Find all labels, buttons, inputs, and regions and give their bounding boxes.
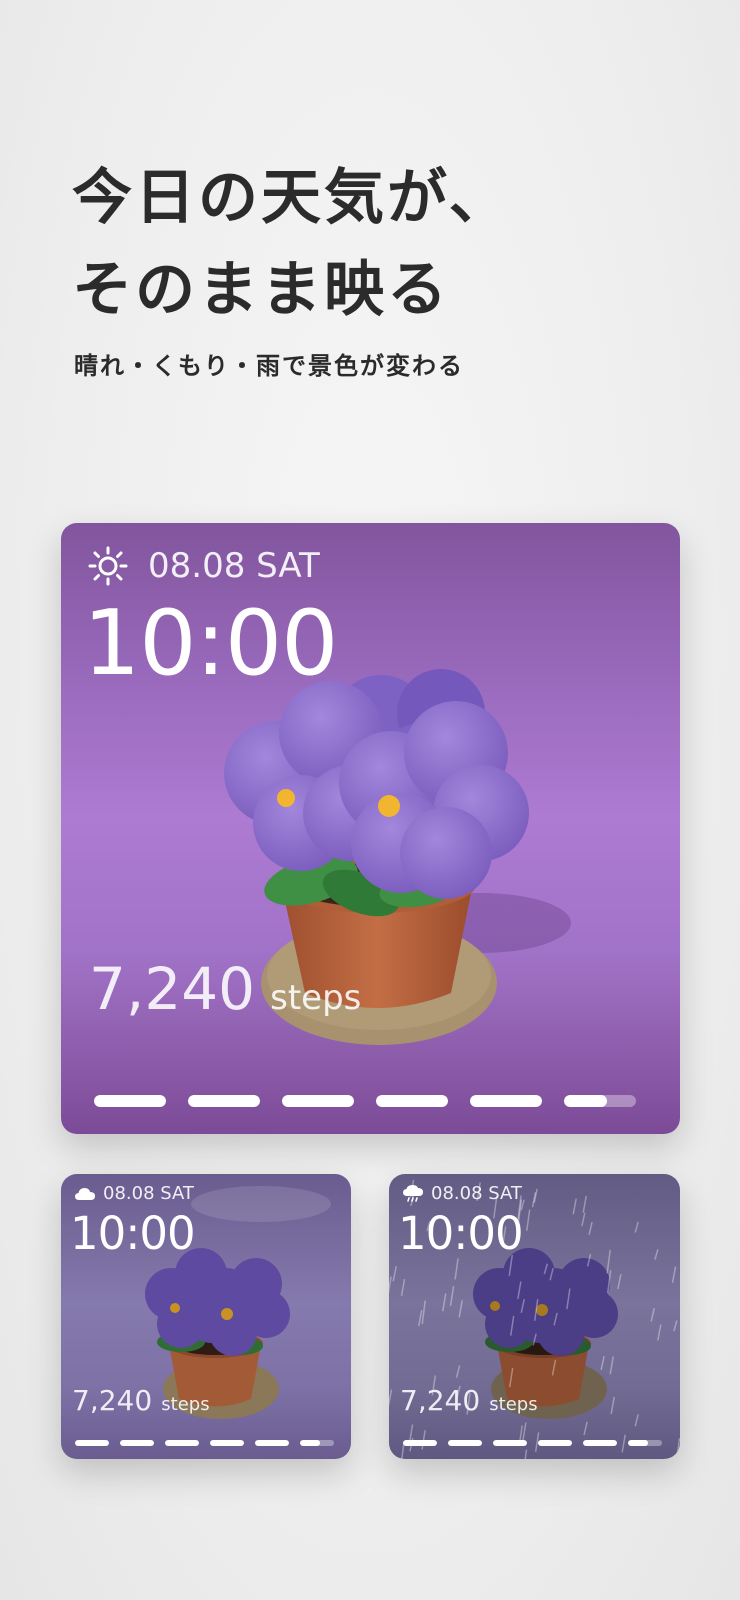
steps-row: 7,240 steps	[72, 1384, 210, 1417]
progress-segment	[94, 1095, 166, 1107]
widget-cloudy[interactable]: 08.08 SAT 10:00 7,240 steps	[61, 1174, 351, 1459]
progress-segment	[188, 1095, 260, 1107]
progress-segment-fill	[300, 1440, 321, 1446]
progress-segment-fill	[376, 1095, 448, 1107]
progress-segment-fill	[282, 1095, 354, 1107]
progress-segment-fill	[403, 1440, 437, 1446]
date-label: 08.08 SAT	[103, 1183, 194, 1204]
steps-value: 7,240	[72, 1384, 153, 1417]
date-label: 08.08 SAT	[148, 546, 320, 586]
progress-segment	[282, 1095, 354, 1107]
steps-row: 7,240 steps	[89, 955, 361, 1023]
time-label: 10:00	[398, 1207, 524, 1260]
progress-segment-fill	[583, 1440, 617, 1446]
progress-segment	[300, 1440, 334, 1446]
progress-segment	[538, 1440, 572, 1446]
steps-unit: steps	[270, 978, 362, 1018]
progress-segment-fill	[188, 1095, 260, 1107]
step-progress-bar	[94, 1095, 636, 1107]
cloud-icon	[75, 1187, 95, 1200]
date-row: 08.08 SAT	[403, 1183, 522, 1204]
progress-segment-fill	[120, 1440, 154, 1446]
step-progress-bar	[403, 1440, 662, 1446]
progress-segment-fill	[94, 1095, 166, 1107]
steps-row: 7,240 steps	[400, 1384, 538, 1417]
progress-segment	[493, 1440, 527, 1446]
progress-segment-fill	[538, 1440, 572, 1446]
steps-value: 7,240	[89, 955, 256, 1023]
progress-segment	[210, 1440, 244, 1446]
progress-segment	[583, 1440, 617, 1446]
progress-segment-fill	[564, 1095, 608, 1107]
progress-segment	[448, 1440, 482, 1446]
progress-segment-fill	[493, 1440, 527, 1446]
date-row: 08.08 SAT	[75, 1183, 194, 1204]
progress-segment	[165, 1440, 199, 1446]
progress-segment	[628, 1440, 662, 1446]
widget-rainy[interactable]: 08.08 SAT 10:00 7,240 steps	[389, 1174, 680, 1459]
time-label: 10:00	[70, 1207, 196, 1260]
widget-sunny[interactable]: 08.08 SAT 10:00 7,240 steps	[61, 523, 680, 1134]
progress-segment-fill	[448, 1440, 482, 1446]
headline: 今日の天気が、 そのまま映る	[72, 152, 692, 336]
progress-segment	[470, 1095, 542, 1107]
date-label: 08.08 SAT	[431, 1183, 522, 1204]
steps-unit: steps	[489, 1394, 538, 1415]
progress-segment-fill	[210, 1440, 244, 1446]
progress-segment	[255, 1440, 289, 1446]
rain-cloud-icon	[403, 1184, 423, 1202]
subheadline: 晴れ・くもり・雨で景色が変わる	[74, 352, 464, 380]
progress-segment	[403, 1440, 437, 1446]
flower-center	[378, 795, 400, 817]
steps-value: 7,240	[400, 1384, 481, 1417]
progress-segment	[564, 1095, 636, 1107]
time-label: 10:00	[83, 591, 338, 696]
progress-segment-fill	[255, 1440, 289, 1446]
headline-line-1: 今日の天気が、	[72, 163, 512, 233]
progress-segment	[376, 1095, 448, 1107]
date-row: 08.08 SAT	[88, 546, 320, 586]
progress-segment	[120, 1440, 154, 1446]
progress-segment-fill	[75, 1440, 109, 1446]
progress-segment-fill	[628, 1440, 649, 1446]
step-progress-bar	[75, 1440, 334, 1446]
flower-center	[277, 789, 295, 807]
steps-unit: steps	[161, 1394, 210, 1415]
progress-segment-fill	[165, 1440, 199, 1446]
progress-segment-fill	[470, 1095, 542, 1107]
progress-segment	[75, 1440, 109, 1446]
headline-line-2: そのまま映る	[72, 255, 450, 325]
sun-icon	[88, 546, 128, 586]
